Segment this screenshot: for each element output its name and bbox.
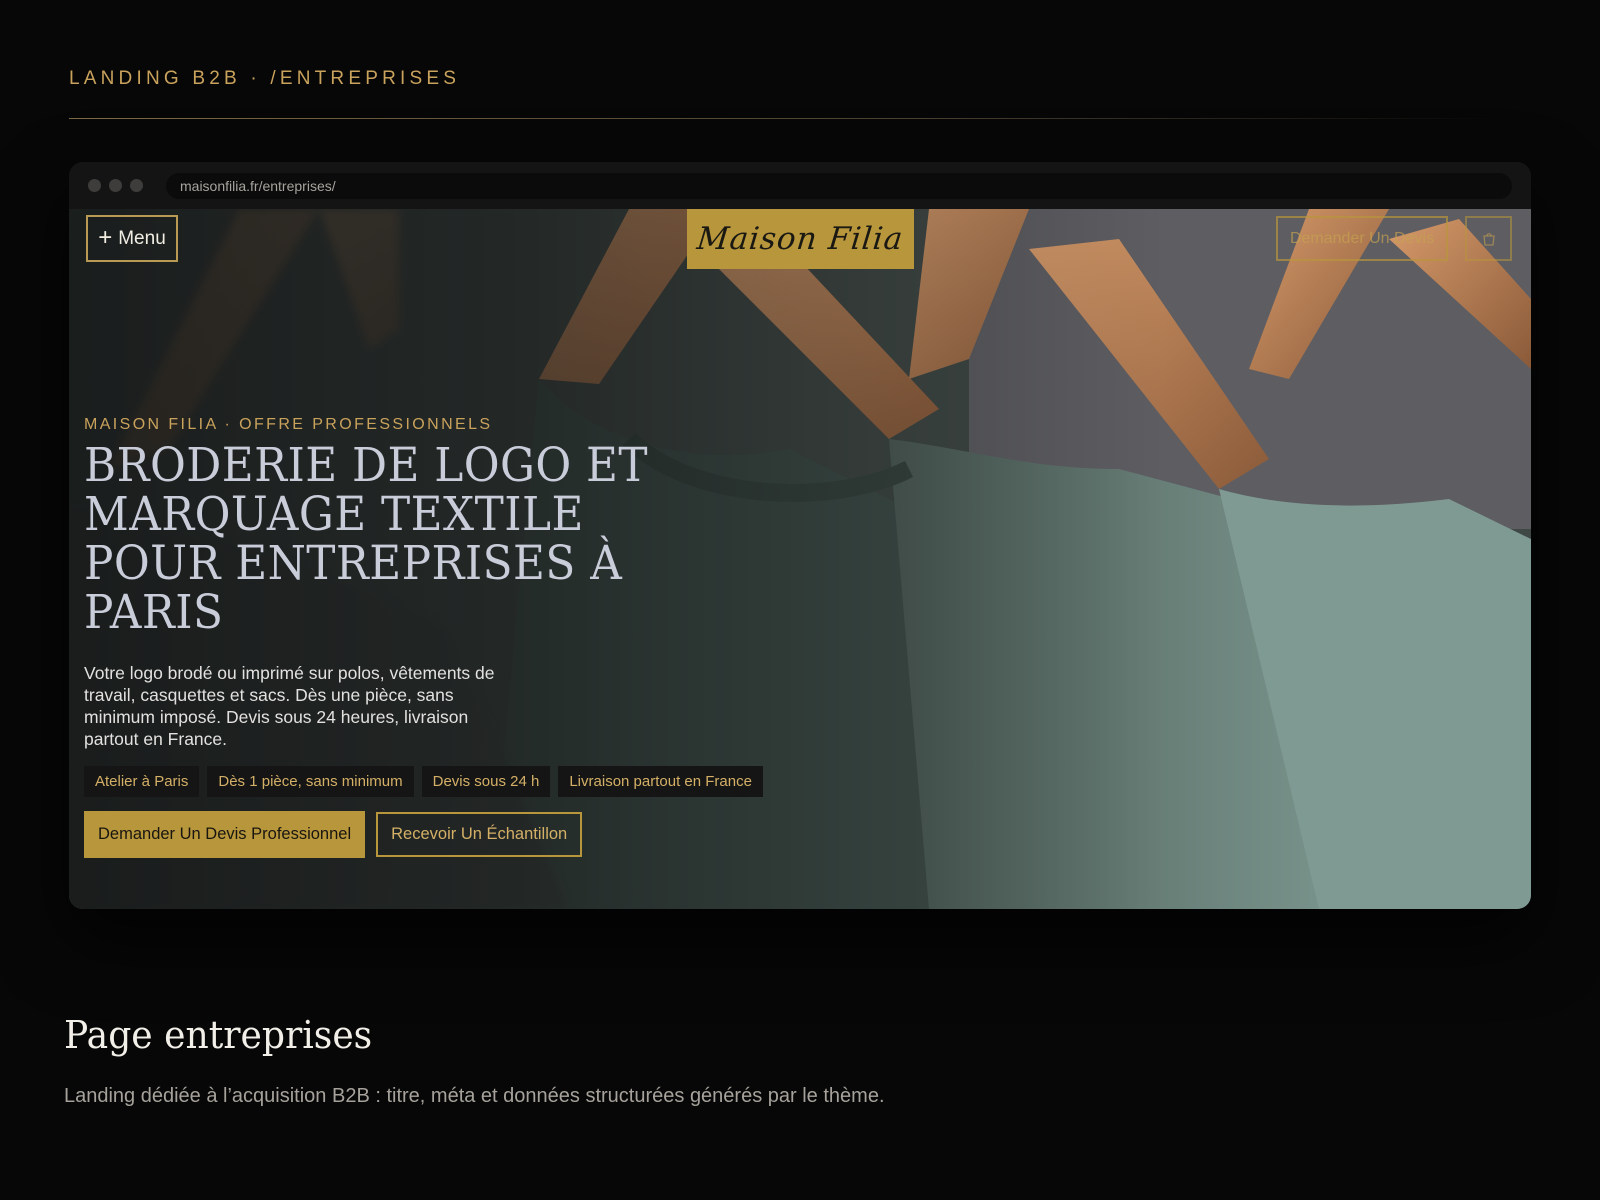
address-bar-url: maisonfilia.fr/entreprises/ — [180, 178, 336, 194]
caption-title: Page entreprises — [64, 1013, 373, 1057]
hero-headline: BRODERIE DE LOGO ET MARQUAGE TEXTILE POU… — [84, 438, 649, 640]
plus-icon: + — [98, 223, 113, 251]
window-dot-minimize — [109, 179, 122, 192]
feature-chip: Atelier à Paris — [84, 766, 200, 797]
request-sample-button[interactable]: Recevoir Un Échantillon — [376, 812, 583, 857]
window-dot-maximize — [130, 179, 143, 192]
section-divider — [69, 118, 1501, 119]
feature-chips: Atelier à Paris Dès 1 pièce, sans minimu… — [84, 766, 763, 797]
browser-mockup: maisonfilia.fr/entreprises/ + Menu Maiso… — [69, 162, 1531, 909]
feature-chip: Devis sous 24 h — [421, 766, 551, 797]
address-bar[interactable]: maisonfilia.fr/entreprises/ — [166, 173, 1512, 199]
request-quote-button[interactable]: Demander Un Devis Professionnel — [84, 811, 366, 858]
section-label: LANDING B2B · /ENTREPRISES — [69, 68, 461, 89]
menu-button[interactable]: + Menu — [86, 215, 178, 262]
bag-button[interactable] — [1465, 216, 1512, 261]
hero-cta-row: Demander Un Devis Professionnel Recevoir… — [84, 811, 583, 858]
caption-description: Landing dédiée à l’acquisition B2B : tit… — [64, 1085, 885, 1107]
hero-eyebrow: MAISON FILIA · OFFRE PROFESSIONNELS — [84, 416, 493, 433]
hero-description: Votre logo brodé ou imprimé sur polos, v… — [84, 663, 495, 749]
window-dot-close — [88, 179, 101, 192]
page-viewport: + Menu Maison Filia Demander Un Devis MA… — [69, 209, 1531, 909]
feature-chip: Dès 1 pièce, sans minimum — [207, 766, 414, 797]
menu-button-label: Menu — [118, 227, 166, 249]
bag-icon — [1482, 232, 1495, 246]
feature-chip: Livraison partout en France — [558, 766, 763, 797]
nav-quote-button[interactable]: Demander Un Devis — [1276, 216, 1448, 261]
logo-text: Maison Filia — [695, 221, 906, 257]
browser-toolbar: maisonfilia.fr/entreprises/ — [69, 162, 1531, 210]
site-logo[interactable]: Maison Filia — [687, 209, 914, 269]
